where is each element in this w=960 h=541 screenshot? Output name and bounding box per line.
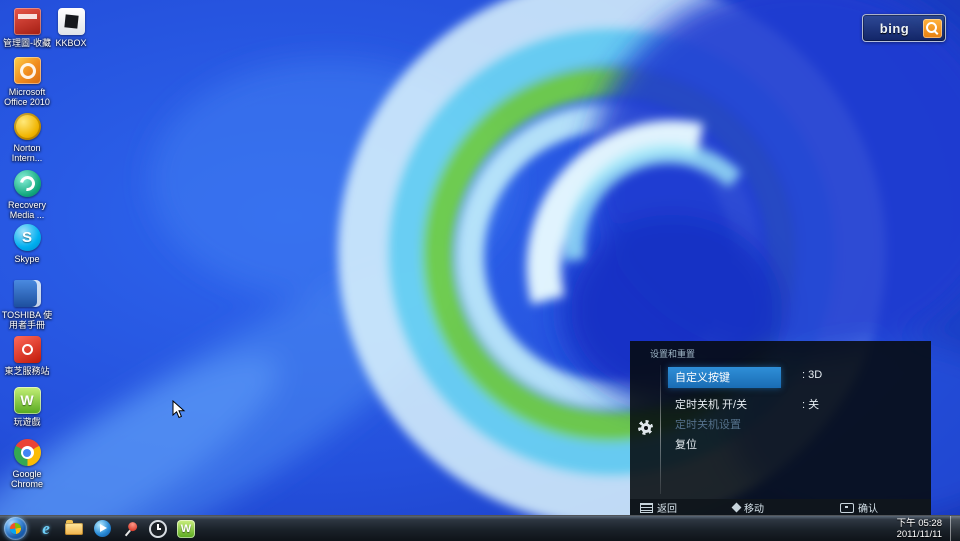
office-icon	[14, 57, 41, 84]
recovery-icon	[14, 170, 41, 197]
desktop-icon-label: TOSHIBA 使用者手冊	[0, 310, 56, 330]
osd-confirm-hint: 确认	[840, 500, 878, 515]
album-book-icon	[14, 8, 41, 35]
clock-icon	[149, 520, 167, 538]
desktop-icon-skype[interactable]: S Skype	[0, 224, 56, 264]
move-diamond-icon	[732, 503, 742, 513]
osd-item-sleep-timer-settings[interactable]: 定时关机设置	[668, 414, 923, 434]
bing-search-button[interactable]	[923, 19, 942, 38]
desktop-icon-office[interactable]: Microsoft Office 2010	[0, 57, 56, 107]
taskbar-internet-explorer[interactable]: e	[33, 517, 59, 540]
tray-time: 下午 05:28	[897, 518, 942, 529]
desktop-icon-label: Google Chrome	[0, 469, 56, 489]
bing-gadget[interactable]: bing	[862, 14, 946, 42]
desktop-icon-kkbox[interactable]: KKBOX	[42, 8, 100, 48]
wildtangent-icon: W	[177, 520, 195, 538]
osd-confirm-label: 确认	[858, 500, 878, 515]
tray-date: 2011/11/11	[897, 529, 942, 540]
system-tray: 下午 05:28 2011/11/11	[889, 516, 960, 541]
osd-item-label: 定时关机设置	[668, 414, 741, 435]
start-button[interactable]	[4, 517, 27, 540]
desktop-icon-recovery[interactable]: Recovery Media ...	[0, 170, 56, 220]
chrome-icon	[14, 439, 41, 466]
wildtangent-icon: W	[14, 387, 41, 414]
tray-clock[interactable]: 下午 05:28 2011/11/11	[889, 518, 950, 540]
magnifier-icon	[926, 22, 937, 33]
osd-item-sleep-timer-onoff[interactable]: 定时关机 开/关 : 关	[668, 394, 923, 414]
osd-back-hint: 返回	[640, 500, 677, 515]
taskbar-wildtangent[interactable]: W	[173, 517, 199, 540]
desktop-icon-label: 玩遊戲	[0, 417, 56, 427]
mouse-cursor	[172, 400, 186, 420]
show-desktop-button[interactable]	[950, 516, 960, 541]
desktop-icon-chrome[interactable]: Google Chrome	[0, 439, 56, 489]
desktop-icon-games[interactable]: W 玩遊戲	[0, 387, 56, 427]
desktop-icon-label: Recovery Media ...	[0, 200, 56, 220]
menu-icon	[640, 503, 653, 513]
osd-item-reset[interactable]: 复位	[668, 434, 923, 454]
osd-back-label: 返回	[657, 500, 677, 515]
osd-item-value: : 关	[802, 396, 819, 412]
osd-move-label: 移动	[744, 500, 764, 515]
taskbar-pinned-app[interactable]	[117, 517, 143, 540]
osd-item-label: 复位	[668, 434, 697, 455]
desktop: 管理圖-收藏 KKBOX Microsoft Office 2010 Norto…	[0, 0, 960, 541]
desktop-icon-label: Skype	[0, 254, 56, 264]
osd-settings-menu: 设置和重置 自定义按键 : 3D 定时关机 开/关 : 关 定时关机设置 复位 …	[630, 341, 931, 516]
desktop-icon-label: Microsoft Office 2010	[0, 87, 56, 107]
kkbox-cube-icon	[58, 8, 85, 35]
confirm-button-icon	[840, 503, 854, 513]
taskbar-clock-app[interactable]	[145, 517, 171, 540]
osd-title: 设置和重置	[650, 347, 695, 360]
manual-book-icon	[14, 280, 41, 307]
taskbar: e W 下午 05:28 2011/11/11	[0, 515, 960, 541]
wildtangent-w-glyph: W	[14, 387, 41, 414]
osd-item-custom-key[interactable]: 自定义按键 : 3D	[668, 367, 923, 387]
media-player-icon	[94, 520, 111, 537]
bing-logo: bing	[866, 21, 923, 36]
osd-footer: 返回 移动 确认	[630, 499, 931, 516]
ie-icon: e	[42, 519, 50, 539]
taskbar-windows-explorer[interactable]	[61, 517, 87, 540]
desktop-icon-toshiba-service[interactable]: 東芝服務站	[0, 336, 56, 376]
osd-move-hint: 移动	[733, 500, 764, 515]
taskbar-media-player[interactable]	[89, 517, 115, 540]
folder-icon	[65, 523, 83, 535]
osd-item-label: 定时关机 开/关	[668, 394, 747, 415]
pushpin-icon	[119, 517, 142, 540]
desktop-icon-label: 東芝服務站	[0, 366, 56, 376]
osd-item-label: 自定义按键	[668, 367, 781, 388]
desktop-icon-label: KKBOX	[42, 38, 100, 48]
windows-flag-icon	[9, 522, 21, 534]
osd-item-value: : 3D	[802, 369, 822, 381]
norton-icon	[14, 113, 41, 140]
gear-icon	[638, 420, 653, 435]
desktop-icon-norton[interactable]: Norton Intern...	[0, 113, 56, 163]
osd-divider	[660, 365, 661, 494]
desktop-icon-label: Norton Intern...	[0, 143, 56, 163]
skype-icon: S	[14, 224, 41, 251]
desktop-icon-toshiba-manual[interactable]: TOSHIBA 使用者手冊	[0, 280, 56, 330]
toshiba-service-icon	[14, 336, 41, 363]
skype-s-glyph: S	[14, 224, 41, 251]
